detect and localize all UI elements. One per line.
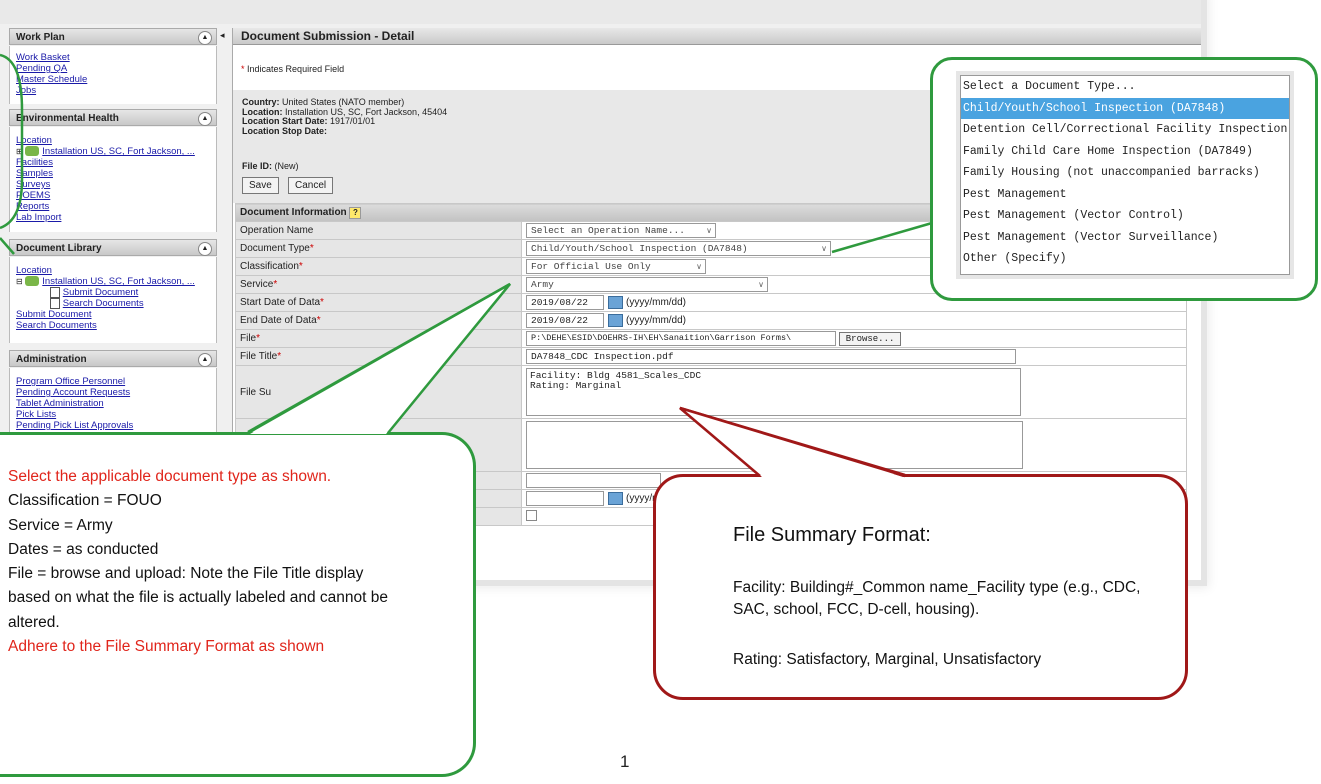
format-rating-line: Rating: Satisfactory, Marginal, Unsatisf… [733, 651, 1042, 668]
file-summary-format-text: File Summary Format: Facility: Building#… [733, 502, 1173, 669]
page-number: 1 [620, 752, 630, 771]
format-heading: File Summary Format: [733, 524, 931, 546]
format-facility-line: Facility: Building#_Common name_Facility… [733, 579, 1141, 618]
